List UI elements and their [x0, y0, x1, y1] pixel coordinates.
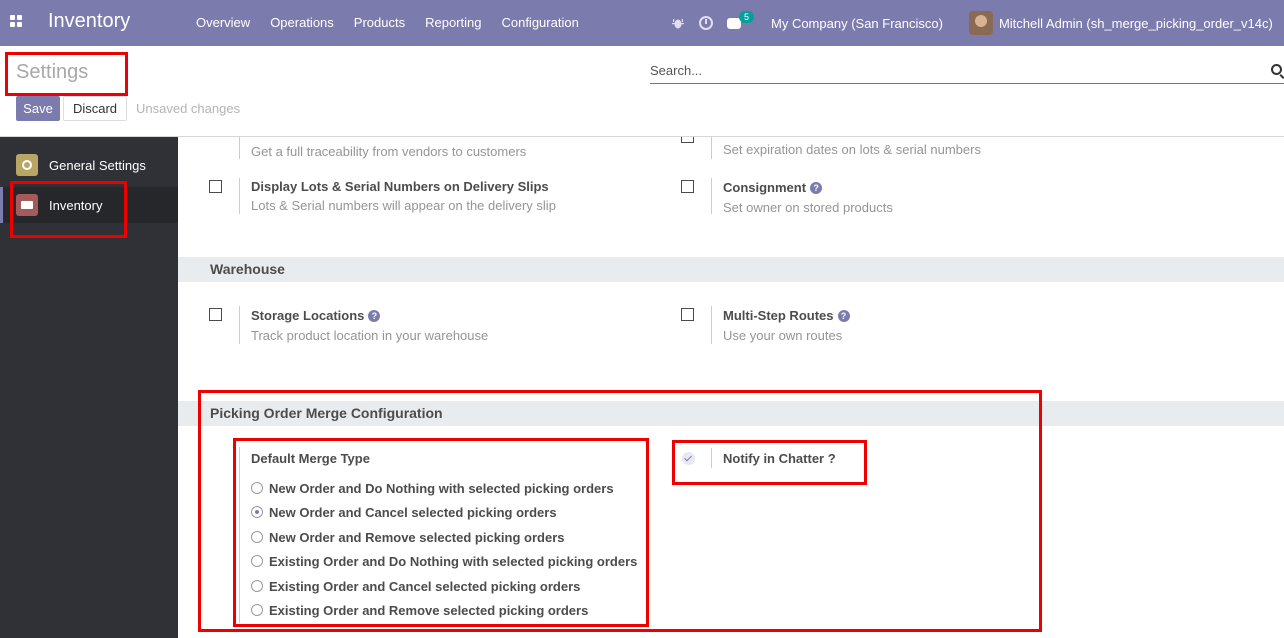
- gear-icon: [16, 154, 38, 176]
- consignment-label: Consignment?: [723, 180, 823, 195]
- multi-step-routes-description: Use your own routes: [723, 328, 843, 343]
- setting-divider: [239, 178, 240, 214]
- activity-clock-icon[interactable]: [699, 16, 713, 30]
- help-icon[interactable]: ?: [837, 310, 850, 322]
- sidebar-item-general-settings[interactable]: General Settings: [0, 147, 178, 183]
- merge-option-label: Existing Order and Do Nothing with selec…: [269, 553, 638, 569]
- merge-option[interactable]: Existing Order and Remove selected picki…: [251, 602, 588, 618]
- menu-products[interactable]: Products: [344, 15, 415, 30]
- merge-option[interactable]: New Order and Do Nothing with selected p…: [251, 480, 614, 496]
- storage-locations-description: Track product location in your warehouse: [251, 328, 489, 343]
- merge-option[interactable]: New Order and Cancel selected picking or…: [251, 504, 557, 520]
- app-name[interactable]: Inventory: [48, 10, 130, 33]
- merge-option[interactable]: Existing Order and Do Nothing with selec…: [251, 553, 637, 569]
- user-menu[interactable]: Mitchell Admin (sh_merge_picking_order_v…: [999, 16, 1273, 31]
- setting-divider: [711, 137, 712, 159]
- merge-option-label: New Order and Do Nothing with selected p…: [269, 480, 614, 496]
- setting-divider: [711, 448, 712, 468]
- radio-button[interactable]: [251, 555, 263, 567]
- sidebar-item-inventory[interactable]: Inventory: [0, 187, 178, 223]
- search-icon[interactable]: [1271, 64, 1282, 75]
- default-merge-type-label: Default Merge Type: [251, 451, 370, 466]
- messages-icon[interactable]: 5: [727, 10, 755, 29]
- help-icon[interactable]: ?: [810, 182, 823, 194]
- multi-step-routes-label: Multi-Step Routes?: [723, 308, 850, 323]
- apps-menu-icon[interactable]: [10, 15, 24, 29]
- section-warehouse: Warehouse: [178, 257, 1284, 282]
- display-lots-description: Lots & Serial numbers will appear on the…: [251, 198, 556, 213]
- display-lots-label: Display Lots & Serial Numbers on Deliver…: [251, 179, 549, 194]
- settings-sidebar: General Settings Inventory: [0, 137, 178, 638]
- merge-option[interactable]: New Order and Remove selected picking or…: [251, 529, 565, 545]
- inventory-icon: [16, 194, 38, 216]
- save-button[interactable]: Save: [16, 96, 60, 121]
- expiration-description: Set expiration dates on lots & serial nu…: [723, 142, 981, 157]
- systray: 5 My Company (San Francisco) Mitchell Ad…: [672, 10, 1273, 35]
- search-bar: [650, 62, 1284, 84]
- radio-button-selected[interactable]: [251, 506, 263, 518]
- display-lots-checkbox[interactable]: [209, 180, 222, 193]
- setting-divider: [711, 306, 712, 344]
- search-input[interactable]: [650, 63, 1210, 78]
- menu-reporting[interactable]: Reporting: [415, 15, 491, 30]
- expiration-checkbox[interactable]: [681, 137, 694, 143]
- bug-icon[interactable]: [672, 17, 684, 29]
- storage-locations-checkbox[interactable]: [209, 308, 222, 321]
- control-panel: Settings Save Discard Unsaved changes: [0, 46, 1284, 137]
- merge-option-label: New Order and Remove selected picking or…: [269, 529, 565, 545]
- multi-step-routes-checkbox[interactable]: [681, 308, 694, 321]
- merge-option-label: New Order and Cancel selected picking or…: [269, 504, 557, 520]
- messages-count-badge: 5: [739, 10, 755, 23]
- settings-content: Get a full traceability from vendors to …: [178, 137, 1284, 638]
- sidebar-item-label: Inventory: [49, 197, 103, 213]
- setting-divider: [239, 447, 240, 623]
- menu-operations[interactable]: Operations: [260, 15, 344, 30]
- radio-button[interactable]: [251, 482, 263, 494]
- setting-divider: [239, 137, 240, 159]
- setting-divider: [711, 178, 712, 214]
- lots-serial-description: Get a full traceability from vendors to …: [251, 144, 527, 159]
- notify-chatter-checkbox[interactable]: [682, 452, 695, 465]
- merge-option[interactable]: Existing Order and Cancel selected picki…: [251, 578, 580, 594]
- radio-button[interactable]: [251, 604, 263, 616]
- page-title: Settings: [16, 61, 89, 83]
- help-icon[interactable]: ?: [368, 310, 381, 322]
- consignment-checkbox[interactable]: [681, 180, 694, 193]
- merge-option-label: Existing Order and Remove selected picki…: [269, 602, 589, 618]
- setting-divider: [239, 306, 240, 344]
- merge-option-label: Existing Order and Cancel selected picki…: [269, 578, 581, 594]
- consignment-description: Set owner on stored products: [723, 200, 893, 215]
- sidebar-item-label: General Settings: [49, 157, 146, 173]
- menu-overview[interactable]: Overview: [186, 15, 260, 30]
- discard-button[interactable]: Discard: [63, 96, 127, 121]
- user-avatar[interactable]: [968, 11, 993, 35]
- top-navbar: Inventory Overview Operations Products R…: [0, 0, 1284, 46]
- storage-locations-label: Storage Locations?: [251, 308, 381, 323]
- notify-chatter-label: Notify in Chatter ?: [723, 451, 836, 466]
- company-switcher[interactable]: My Company (San Francisco): [771, 16, 943, 31]
- section-picking-order-merge: Picking Order Merge Configuration: [178, 401, 1284, 426]
- radio-button[interactable]: [251, 580, 263, 592]
- main-menu: Overview Operations Products Reporting C…: [186, 15, 589, 30]
- radio-button[interactable]: [251, 531, 263, 543]
- menu-configuration[interactable]: Configuration: [491, 15, 588, 30]
- unsaved-changes-status: Unsaved changes: [136, 101, 241, 116]
